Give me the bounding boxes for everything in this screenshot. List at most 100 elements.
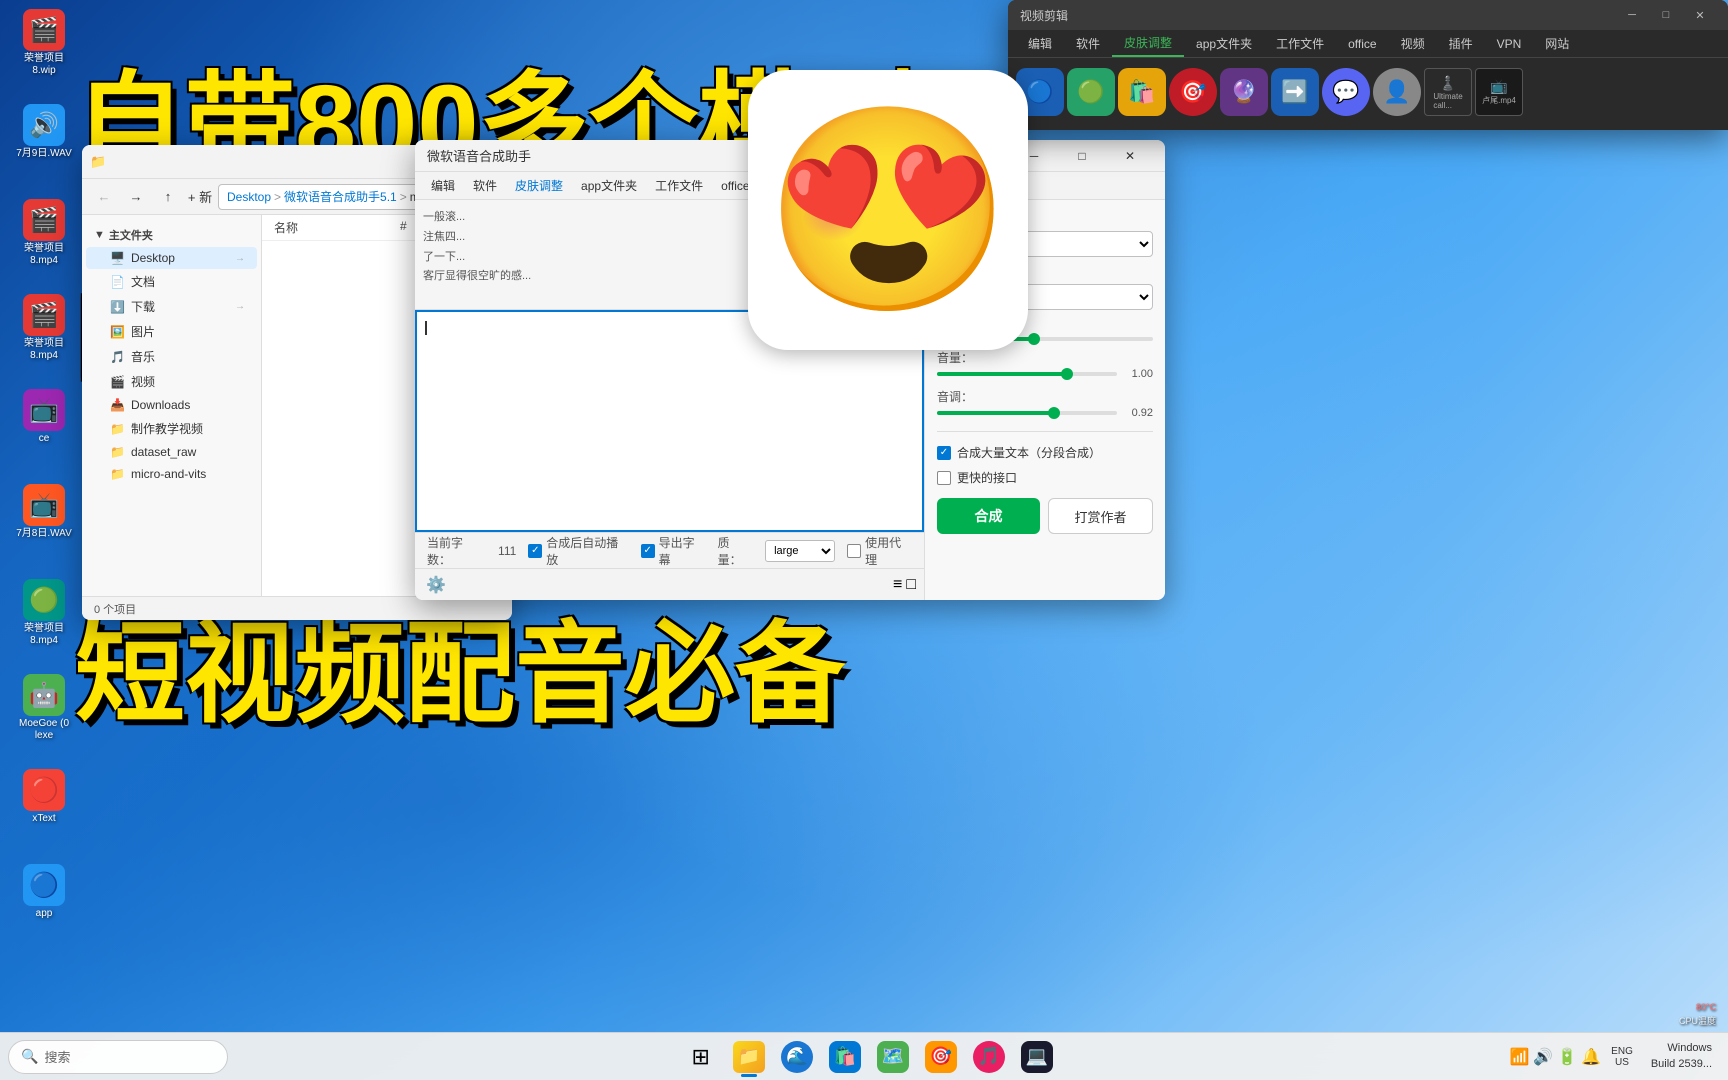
fm-sidebar-videos[interactable]: 🎬 视频 <box>86 369 257 394</box>
tts-menu-appfolder[interactable]: app文件夹 <box>573 175 645 196</box>
desktop: 自带800多个模型 的文本转语音 短视频配音必备 🎬 荣誉项目8.wip 🔊 7… <box>0 0 1728 1080</box>
fm-sidebar-pictures[interactable]: 🖼️ 图片 <box>86 319 257 344</box>
ve-menu-edit[interactable]: 编辑 <box>1016 30 1064 57</box>
fm-up-btn[interactable]: ↑ <box>154 183 182 211</box>
ve-close-btn[interactable]: ✕ <box>1684 3 1716 27</box>
tts-pitch-slider[interactable] <box>937 411 1117 415</box>
taskbar-store-btn[interactable]: 🛍️ <box>823 1035 867 1079</box>
fm-sidebar-home-label: 主文件夹 <box>109 227 153 243</box>
taskbar-battery-icon[interactable]: 🔋 <box>1557 1047 1577 1067</box>
fm-sidebar-music-icon: 🎵 <box>110 350 125 364</box>
ve-minimize-btn[interactable]: ─ <box>1616 3 1648 27</box>
win-status-area: 80°C CPU温度 <box>1667 997 1728 1032</box>
tts-synth-btn[interactable]: 合成 <box>937 498 1040 534</box>
taskbar-notification-icon[interactable]: 🔔 <box>1581 1047 1601 1067</box>
fm-sidebar-tut-icon: 📁 <box>110 422 125 436</box>
ve-app-icon-4[interactable]: 🎯 <box>1169 68 1217 116</box>
fm-sidebar-downloads2[interactable]: 📥 Downloads <box>86 394 257 416</box>
tts-layout-list-btn[interactable]: ≡ <box>893 576 902 594</box>
fm-new-btn[interactable]: + 新 <box>186 183 214 211</box>
fm-sidebar-dataset[interactable]: 📁 dataset_raw <box>86 441 257 463</box>
ve-app-icon-6[interactable]: ➡️ <box>1271 68 1319 116</box>
taskbar-search-bar[interactable]: 🔍 搜索 <box>8 1040 228 1074</box>
tts-author-btn[interactable]: 打赏作者 <box>1048 498 1153 534</box>
fm-sidebar-tutorial[interactable]: 📁 制作教学视频 <box>86 416 257 441</box>
tts-menu-software[interactable]: 软件 <box>465 175 505 196</box>
ve-menu-workfile[interactable]: 工作文件 <box>1264 30 1336 57</box>
desktop-icon-moegoe[interactable]: 🤖 MoeGoe (0lexe <box>8 670 80 746</box>
tts-layout-grid-btn[interactable]: □ <box>906 576 916 594</box>
tts-menu-workfile[interactable]: 工作文件 <box>647 175 711 196</box>
desktop-icon-rongyu3[interactable]: 🎬 荣誉项目8.mp4 <box>8 290 80 366</box>
tts-layout-btns: ≡ □ <box>893 576 916 594</box>
fm-sidebar-downloads[interactable]: ⬇️ 下载 → <box>86 294 257 319</box>
desktop-icon-app4[interactable]: 🔴 xText <box>8 765 80 829</box>
desktop-icon-app5[interactable]: 🔵 app <box>8 860 80 924</box>
tts-autoplay-check[interactable]: ✓ 合成后自动播放 <box>528 534 628 568</box>
video-editor-window: 视频剪辑 ─ □ ✕ 编辑 软件 皮肤调整 app文件夹 工作文件 office… <box>1008 0 1728 130</box>
tts-volume-slider[interactable] <box>937 372 1117 376</box>
taskbar-language-btn[interactable]: ENG US <box>1603 1046 1641 1068</box>
desktop-icon-rongyu2[interactable]: 🎬 荣誉项目8.mp4 <box>8 195 80 271</box>
ve-app-discord[interactable]: 💬 <box>1322 68 1370 116</box>
fm-sidebar-desktop[interactable]: 🖥️ Desktop → <box>86 247 257 269</box>
tts-settings-row: ⚙️ ≡ □ <box>415 568 924 600</box>
taskbar-app5-btn[interactable]: 🎯 <box>919 1035 963 1079</box>
desktop-icon-app5-label: app <box>36 908 53 920</box>
desktop-icon-app3[interactable]: 🟢 荣誉项目8.mp4 <box>8 575 80 651</box>
ve-menu-plugin[interactable]: 插件 <box>1437 30 1485 57</box>
tts-batch-check[interactable]: ✓ 合成大量文本（分段合成） <box>937 444 1153 461</box>
fm-sidebar-home-header[interactable]: ▼ 主文件夹 <box>82 223 261 247</box>
taskbar-search-placeholder: 搜索 <box>44 1047 70 1066</box>
desktop-icon-wav[interactable]: 🔊 7月9日.WAV <box>8 100 80 164</box>
taskbar-filemanager-btn[interactable]: 📁 <box>727 1035 771 1079</box>
taskbar-network-icon[interactable]: 📶 <box>1509 1047 1529 1067</box>
fm-sidebar-docs-label: 文档 <box>131 273 155 290</box>
taskbar-clock[interactable]: Windows Build 2539... <box>1643 1041 1720 1072</box>
ve-menu-software[interactable]: 软件 <box>1064 30 1112 57</box>
tts-menu-edit[interactable]: 编辑 <box>423 175 463 196</box>
taskbar-volume-icon[interactable]: 🔊 <box>1533 1047 1553 1067</box>
taskbar-browser-btn[interactable]: 🌊 <box>775 1035 819 1079</box>
fm-sidebar-vids-icon: 🎬 <box>110 375 125 389</box>
ve-app-icon-2[interactable]: 🟢 <box>1067 68 1115 116</box>
taskbar-start-btn[interactable]: ⊞ <box>679 1035 723 1079</box>
ve-app-chess[interactable]: ♟️ Ultimatecall... <box>1424 68 1472 116</box>
tts-batch-checkbox-icon: ✓ <box>937 446 951 460</box>
fm-addr-desktop: Desktop <box>227 190 271 204</box>
fm-sidebar-docs[interactable]: 📄 文档 <box>86 269 257 294</box>
ve-menu-app[interactable]: app文件夹 <box>1184 30 1264 57</box>
ve-app-person[interactable]: 👤 <box>1373 68 1421 116</box>
tts-menu-skin[interactable]: 皮肤调整 <box>507 175 571 196</box>
tts-fast-check[interactable]: 更快的接口 <box>937 469 1153 486</box>
ve-maximize-btn[interactable]: □ <box>1650 3 1682 27</box>
taskbar-terminal-btn[interactable]: 💻 <box>1015 1035 1059 1079</box>
desktop-icon-app1[interactable]: 📺 ce <box>8 385 80 449</box>
app6-icon: 🎵 <box>973 1041 1005 1073</box>
ve-app-videofile[interactable]: 📺 卢尾.mp4 <box>1475 68 1523 116</box>
tts-maximize-btn[interactable]: □ <box>1059 140 1105 172</box>
ve-menu-office[interactable]: office <box>1336 30 1388 57</box>
ve-menu-vpn[interactable]: VPN <box>1485 30 1534 57</box>
tts-quality-select[interactable]: large small medium xlarge <box>765 540 835 562</box>
ve-menu-skin[interactable]: 皮肤调整 <box>1112 30 1184 57</box>
fm-forward-btn[interactable]: → <box>122 183 150 211</box>
ve-app-icon-5[interactable]: 🔮 <box>1220 68 1268 116</box>
taskbar-maps-btn[interactable]: 🗺️ <box>871 1035 915 1079</box>
ve-menu-website[interactable]: 网站 <box>1533 30 1581 57</box>
fm-sidebar-music[interactable]: 🎵 音乐 <box>86 344 257 369</box>
fm-back-btn[interactable]: ← <box>90 183 118 211</box>
tts-settings-icon-btn[interactable]: ⚙️ <box>423 572 449 598</box>
desktop-icon-rongyu1[interactable]: 🎬 荣誉项目8.wip <box>8 5 80 81</box>
tts-proxy-check[interactable]: 使用代理 <box>847 534 912 568</box>
tts-close-btn[interactable]: ✕ <box>1107 140 1153 172</box>
desktop-icon-app2[interactable]: 📺 7月8日.WAV <box>8 480 80 544</box>
fm-sidebar-micro[interactable]: 📁 micro-and-vits <box>86 463 257 485</box>
taskbar-app6-btn[interactable]: 🎵 <box>967 1035 1011 1079</box>
fm-sidebar-desktop-icon: 🖥️ <box>110 251 125 265</box>
tts-subtitle-check[interactable]: ✓ 导出字幕 <box>641 534 706 568</box>
ve-menu-video[interactable]: 视频 <box>1389 30 1437 57</box>
desktop-icon-rongyu2-label: 荣誉项目8.mp4 <box>24 243 64 267</box>
ve-app-icon-3[interactable]: 🛍️ <box>1118 68 1166 116</box>
maps-icon: 🗺️ <box>877 1041 909 1073</box>
